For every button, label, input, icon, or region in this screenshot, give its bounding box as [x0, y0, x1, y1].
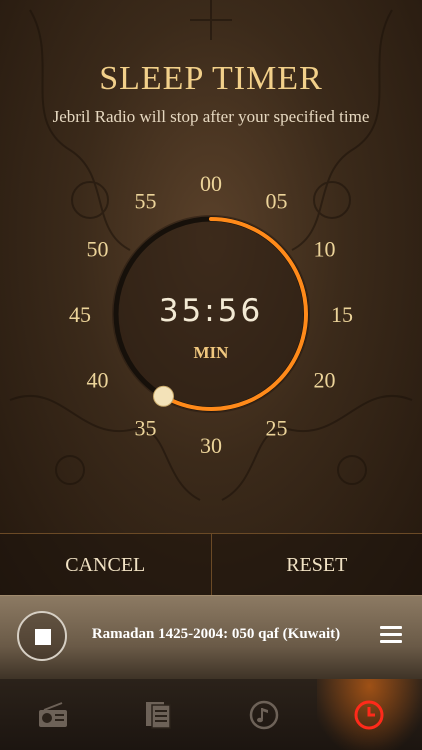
radio-icon — [38, 701, 67, 727]
time-remaining: 35:56 — [158, 293, 264, 329]
player-bar: Ramadan 1425-2004: 050 qaf (Kuwait) — [0, 595, 422, 680]
minute-label-00[interactable]: 00 — [200, 171, 222, 196]
track-title: Ramadan 1425-2004: 050 qaf (Kuwait) — [91, 626, 341, 642]
dial-handle — [153, 385, 174, 407]
tab-radio[interactable] — [0, 679, 106, 750]
minute-label-55[interactable]: 55 — [135, 189, 157, 214]
minute-label-25[interactable]: 25 — [266, 415, 288, 440]
reset-button[interactable]: RESET — [212, 534, 422, 596]
tab-sleep-timer[interactable] — [316, 679, 422, 750]
tab-bar — [0, 679, 422, 750]
clock-icon — [354, 700, 384, 729]
tab-music[interactable] — [211, 679, 317, 750]
minute-label-40[interactable]: 40 — [87, 368, 109, 393]
minute-label-20[interactable]: 20 — [313, 368, 335, 393]
minute-label-10[interactable]: 10 — [313, 237, 335, 262]
menu-icon[interactable] — [380, 626, 402, 644]
minute-label-50[interactable]: 50 — [87, 237, 109, 262]
stop-icon — [35, 629, 51, 645]
minute-label-35[interactable]: 35 — [135, 415, 157, 440]
page-title: SLEEP TIMER — [99, 60, 323, 97]
document-icon — [146, 701, 171, 729]
minute-label-30[interactable]: 30 — [200, 433, 222, 458]
cancel-button[interactable]: CANCEL — [0, 534, 211, 596]
time-unit-label: MIN — [193, 343, 229, 362]
page-subtitle: Jebril Radio will stop after your specif… — [52, 107, 370, 126]
action-bar: CANCEL RESET — [0, 533, 422, 596]
minute-label-05[interactable]: 05 — [266, 189, 288, 214]
tab-document[interactable] — [106, 679, 212, 750]
stop-button[interactable] — [17, 611, 67, 661]
music-note-icon — [249, 700, 278, 729]
